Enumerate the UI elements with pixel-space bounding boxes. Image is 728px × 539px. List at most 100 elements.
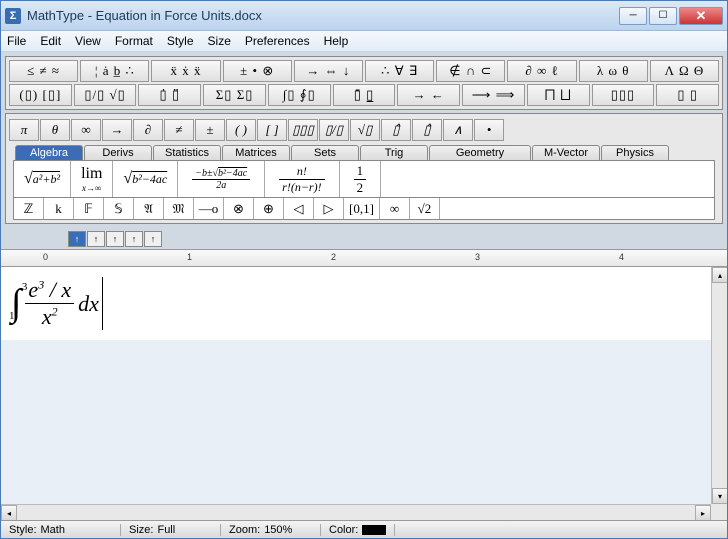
tab-mvector[interactable]: M-Vector [532,145,600,160]
tpl-frac-radical[interactable]: ▯/▯ √▯ [74,84,137,106]
sym-dot[interactable]: • [474,119,504,141]
sym-theta[interactable]: θ [40,119,70,141]
tpl-subsup[interactable]: ▯̇ ▯̈ [138,84,201,106]
menu-size[interactable]: Size [208,34,231,48]
sym-pm[interactable]: ± [195,119,225,141]
align-btn-4[interactable]: ↑ [125,231,143,247]
palette-embellish[interactable]: ẍ ẋ ẍ [151,60,220,82]
close-button[interactable]: ✕ [679,7,723,25]
tab-trig[interactable]: Trig [360,145,428,160]
minimize-button[interactable]: ─ [619,7,647,25]
sb-m[interactable]: 𝔐 [164,198,194,219]
sym-pi[interactable]: π [9,119,39,141]
tpl-lim[interactable]: limx→∞ [71,161,113,197]
sb-trir[interactable]: ▷ [314,198,344,219]
sym-paren[interactable]: ( ) [226,119,256,141]
align-btn-5[interactable]: ↑ [144,231,162,247]
palette-operators[interactable]: ± • ⊗ [223,60,292,82]
numerator: e3 / x [25,277,74,303]
align-btn-1[interactable]: ↑ [68,231,86,247]
sym-arrow[interactable]: → [102,119,132,141]
maximize-button[interactable]: ☐ [649,7,677,25]
tab-geometry[interactable]: Geometry [429,145,531,160]
scrollbar-vertical[interactable]: ▴ ▾ [711,267,727,504]
equation-editor[interactable]: ∫ 3 1 e3 / x x2 dx [1,267,727,340]
integral-upper: 3 [22,284,28,292]
tab-derivs[interactable]: Derivs [84,145,152,160]
sb-s[interactable]: 𝕊 [104,198,134,219]
tpl-sqrt-ab[interactable]: √a²+b² [14,161,71,197]
palette-logical[interactable]: ∴ ∀ ∃ [365,60,434,82]
palette-relational[interactable]: ≤ ≠ ≈ [9,60,78,82]
align-btn-2[interactable]: ↑ [87,231,105,247]
palette-greek-lower[interactable]: λ ω θ [579,60,648,82]
sym-infty[interactable]: ∞ [71,119,101,141]
ruler[interactable]: 0 1 2 3 4 [1,249,727,267]
sb-a[interactable]: 𝔄 [134,198,164,219]
tpl-integral[interactable]: ∫▯ ∮▯ [268,84,331,106]
tpl-long-arrow[interactable]: ⟶ ⟹ [462,84,525,106]
menu-style[interactable]: Style [167,34,194,48]
sym-frac[interactable]: ▯/▯ [319,119,349,141]
color-swatch[interactable] [362,525,386,535]
sb-interval[interactable]: [0,1] [344,198,380,219]
palette-misc[interactable]: ∂ ∞ ℓ [507,60,576,82]
template-tabs: Algebra Derivs Statistics Matrices Sets … [9,143,719,160]
integral-lower: 1 [9,313,15,321]
palette-set[interactable]: ∉ ∩ ⊂ [436,60,505,82]
tpl-half[interactable]: 12 [340,161,382,197]
tpl-fence[interactable]: (▯) [▯] [9,84,72,106]
menu-format[interactable]: Format [115,34,153,48]
sb-oplus[interactable]: ⊕ [254,198,284,219]
menu-file[interactable]: File [7,34,26,48]
tab-physics[interactable]: Physics [601,145,669,160]
tpl-binom[interactable]: n!r!(n−r)! [265,161,339,197]
scrollbar-horizontal[interactable]: ◂ ▸ [1,504,711,520]
tpl-sum[interactable]: Σ▯ Σ▯ [203,84,266,106]
sb-tril[interactable]: ◁ [284,198,314,219]
align-btn-3[interactable]: ↑ [106,231,124,247]
sb-otimes[interactable]: ⊗ [224,198,254,219]
window-title: MathType - Equation in Force Units.docx [27,8,619,23]
symbol-bar-2: ℤ k 𝔽 𝕊 𝔄 𝔐 —o ⊗ ⊕ ◁ ▷ [0,1] ∞ √2 [13,198,715,220]
statusbar: Style: Math Size: Full Zoom: 150% Color: [1,520,727,538]
menu-help[interactable]: Help [324,34,349,48]
tpl-labeled-arrow[interactable]: → ← [397,84,460,106]
tpl-quad-sqrt[interactable]: √b²−4ac [113,161,178,197]
status-zoom: 150% [264,524,292,536]
sym-bracket[interactable]: [ ] [257,119,287,141]
tpl-matrix[interactable]: ▯▯▯ [592,84,655,106]
status-style: Math [41,524,65,536]
tpl-overbar[interactable]: ▯̄ ▯̲ [333,84,396,106]
tab-algebra[interactable]: Algebra [15,145,83,160]
sb-infty[interactable]: ∞ [380,198,410,219]
tab-matrices[interactable]: Matrices [222,145,290,160]
tpl-quad-full[interactable]: −b±√b²−4ac2a [178,161,265,197]
integral-symbol: ∫ 3 1 [11,290,21,317]
sb-sqrt2[interactable]: √2 [410,198,440,219]
titlebar: Σ MathType - Equation in Force Units.doc… [1,1,727,31]
sym-wedge[interactable]: ∧ [443,119,473,141]
sb-lolli[interactable]: —o [194,198,224,219]
palette-arrows[interactable]: → ⇔ ↓ [294,60,363,82]
sb-f[interactable]: 𝔽 [74,198,104,219]
align-row: ↑ ↑ ↑ ↑ ↑ [1,229,727,249]
sym-partial[interactable]: ∂ [133,119,163,141]
menu-preferences[interactable]: Preferences [245,34,310,48]
tpl-box[interactable]: ▯ ▯ [656,84,719,106]
app-icon: Σ [5,8,21,24]
palette-greek-upper[interactable]: Λ Ω Θ [650,60,719,82]
tab-statistics[interactable]: Statistics [153,145,221,160]
sym-hat1[interactable]: ▯̂ [381,119,411,141]
palette-spaces[interactable]: ¦ ȧ b̲ ∴ [80,60,149,82]
sym-sqrt[interactable]: √▯ [350,119,380,141]
sym-hat2[interactable]: ▯̂ [412,119,442,141]
menu-edit[interactable]: Edit [40,34,61,48]
sym-neq[interactable]: ≠ [164,119,194,141]
sb-z[interactable]: ℤ [14,198,44,219]
sym-matrix[interactable]: ▯▯▯ [288,119,318,141]
menu-view[interactable]: View [75,34,101,48]
sb-k[interactable]: k [44,198,74,219]
tab-sets[interactable]: Sets [291,145,359,160]
tpl-product[interactable]: ⨅ ⨆ [527,84,590,106]
